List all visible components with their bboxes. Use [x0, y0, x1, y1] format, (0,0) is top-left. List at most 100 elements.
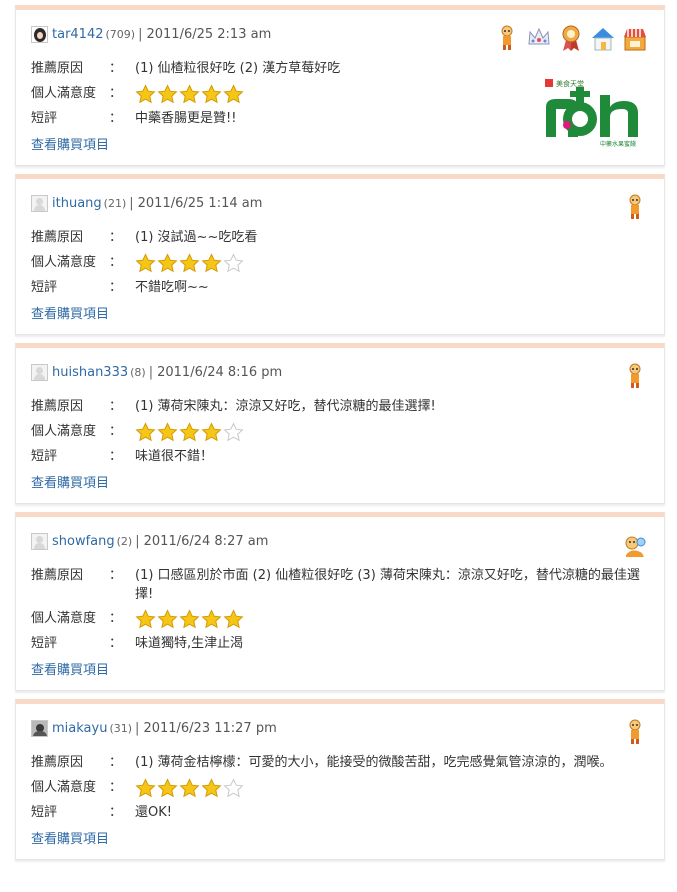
review-date: 2011/6/24 8:27 am — [143, 533, 269, 549]
comment-text: 還OK! — [135, 805, 172, 820]
review-count: (21) — [103, 196, 127, 210]
crown-badge-icon[interactable] — [526, 24, 552, 52]
star-filled-icon — [157, 422, 178, 442]
username-link[interactable]: showfang — [52, 534, 115, 549]
star-filled-icon — [179, 253, 200, 273]
newbie-badge-icon[interactable] — [622, 531, 648, 559]
star-filled-icon — [157, 609, 178, 629]
star-filled-icon — [157, 253, 178, 273]
badge-list — [622, 531, 648, 559]
star-filled-icon — [179, 84, 200, 104]
comment-row: 短評 ： 味道獨特,生津止渴 — [31, 634, 648, 654]
username-link[interactable]: huishan333 — [52, 365, 128, 380]
colon: ： — [109, 780, 123, 795]
separator: | — [129, 195, 134, 211]
colon: ： — [109, 399, 123, 414]
star-filled-icon — [223, 609, 244, 629]
star-filled-icon — [135, 422, 156, 442]
username-link[interactable]: tar4142 — [52, 27, 104, 42]
default-avatar[interactable] — [31, 532, 48, 550]
cook-badge-icon[interactable] — [622, 718, 648, 746]
separator: | — [138, 26, 143, 42]
view-purchase-link[interactable]: 查看購買項目 — [31, 659, 109, 678]
shop-badge-icon[interactable] — [622, 24, 648, 52]
reason-text: (1) 薄荷金桔檸檬：可愛的大小，能接受的微酸苦甜，吃完感覺氣管涼涼的，潤喉。 — [135, 755, 613, 770]
review-header: showfang (2) | 2011/6/24 8:27 am — [31, 531, 648, 551]
username-link[interactable]: ithuang — [52, 196, 102, 211]
separator: | — [148, 364, 154, 380]
nonon-brand-logo[interactable]: 美食天堂 中藥水果蜜餞 — [542, 77, 646, 149]
satisfaction-label: 個人滿意度 — [31, 86, 97, 101]
badge-list — [622, 193, 648, 221]
review-count: (8) — [130, 365, 146, 379]
house-badge-icon[interactable] — [590, 24, 616, 52]
logo-small-text: 中藥水果蜜餞 — [600, 140, 636, 148]
review-card: showfang (2) | 2011/6/24 8:27 am 推薦原因 ： … — [15, 512, 665, 691]
reason-label: 推薦原因 — [31, 755, 84, 770]
username-link[interactable]: miakayu — [52, 721, 107, 736]
default-avatar[interactable] — [31, 363, 48, 381]
star-filled-icon — [201, 609, 222, 629]
girl-avatar[interactable] — [31, 25, 48, 43]
review-header: miakayu (31) | 2011/6/23 11:27 pm — [31, 718, 648, 738]
review-date: 2011/6/23 11:27 pm — [143, 720, 277, 736]
star-filled-icon — [179, 609, 200, 629]
reason-label: 推薦原因 — [31, 230, 84, 245]
colon: ： — [109, 636, 123, 651]
review-card: tar4142 (709) | 2011/6/25 2:13 am 推薦原因 ：… — [15, 5, 665, 166]
view-purchase-link[interactable]: 查看購買項目 — [31, 134, 109, 153]
colon: ： — [109, 755, 123, 770]
star-rating — [135, 422, 648, 442]
comment-text: 味道很不錯！ — [135, 449, 214, 464]
star-filled-icon — [179, 422, 200, 442]
satisfaction-label: 個人滿意度 — [31, 611, 97, 626]
dark-avatar[interactable] — [31, 719, 48, 737]
review-date: 2011/6/24 8:16 pm — [157, 364, 283, 380]
satisfaction-row: 個人滿意度 ： — [31, 609, 648, 629]
review-count: (2) — [116, 534, 133, 548]
comment-label: 短評 — [31, 111, 58, 126]
view-purchase-link[interactable]: 查看購買項目 — [31, 472, 109, 491]
star-rating — [135, 609, 648, 629]
default-avatar[interactable] — [31, 194, 48, 212]
star-filled-icon — [223, 84, 244, 104]
cook-badge-icon[interactable] — [622, 362, 648, 390]
reason-row: 推薦原因 ： (1) 薄荷金桔檸檬：可愛的大小，能接受的微酸苦甜，吃完感覺氣管涼… — [31, 753, 648, 773]
review-date: 2011/6/25 1:14 am — [137, 195, 263, 211]
satisfaction-label: 個人滿意度 — [31, 780, 97, 795]
comment-label: 短評 — [31, 280, 58, 295]
review-list: tar4142 (709) | 2011/6/25 2:13 am 推薦原因 ：… — [0, 0, 677, 860]
colon: ： — [109, 111, 123, 126]
view-purchase-link[interactable]: 查看購買項目 — [31, 303, 109, 322]
reason-label: 推薦原因 — [31, 568, 84, 583]
star-filled-icon — [135, 84, 156, 104]
star-filled-icon — [135, 778, 156, 798]
satisfaction-row: 個人滿意度 ： — [31, 253, 648, 273]
star-empty-icon — [223, 422, 244, 442]
logo-top-text: 美食天堂 — [556, 79, 584, 88]
colon: ： — [109, 449, 123, 464]
reason-text: (1) 口感區別於市面 (2) 仙楂粒很好吃 (3) 薄荷宋陳丸：涼涼又好吃，替… — [135, 568, 640, 602]
comment-text: 味道獨特,生津止渴 — [135, 636, 244, 651]
view-purchase-link[interactable]: 查看購買項目 — [31, 828, 109, 847]
cook-badge-icon[interactable] — [494, 24, 520, 52]
reason-text: (1) 仙楂粒很好吃 (2) 漢方草莓好吃 — [135, 61, 341, 76]
cook-badge-icon[interactable] — [622, 193, 648, 221]
reason-row: 推薦原因 ： (1) 沒試過~~吃吃看 — [31, 228, 648, 248]
reason-label: 推薦原因 — [31, 61, 84, 76]
review-date: 2011/6/25 2:13 am — [146, 26, 272, 42]
star-filled-icon — [201, 422, 222, 442]
review-details: 推薦原因 ： (1) 沒試過~~吃吃看 個人滿意度 ： 短評 ： 不錯吃啊~~ — [31, 228, 648, 298]
satisfaction-row: 個人滿意度 ： — [31, 778, 648, 798]
badge-list — [494, 24, 648, 52]
review-details: 推薦原因 ： (1) 薄荷宋陳丸：涼涼又好吃，替代涼糖的最佳選擇! 個人滿意度 … — [31, 397, 648, 467]
comment-label: 短評 — [31, 636, 58, 651]
colon: ： — [109, 611, 123, 626]
comment-label: 短評 — [31, 449, 58, 464]
colon: ： — [109, 61, 123, 76]
medal-badge-icon[interactable] — [558, 24, 584, 52]
comment-row: 短評 ： 不錯吃啊~~ — [31, 278, 648, 298]
star-filled-icon — [135, 609, 156, 629]
star-rating — [135, 778, 648, 798]
colon: ： — [109, 280, 123, 295]
